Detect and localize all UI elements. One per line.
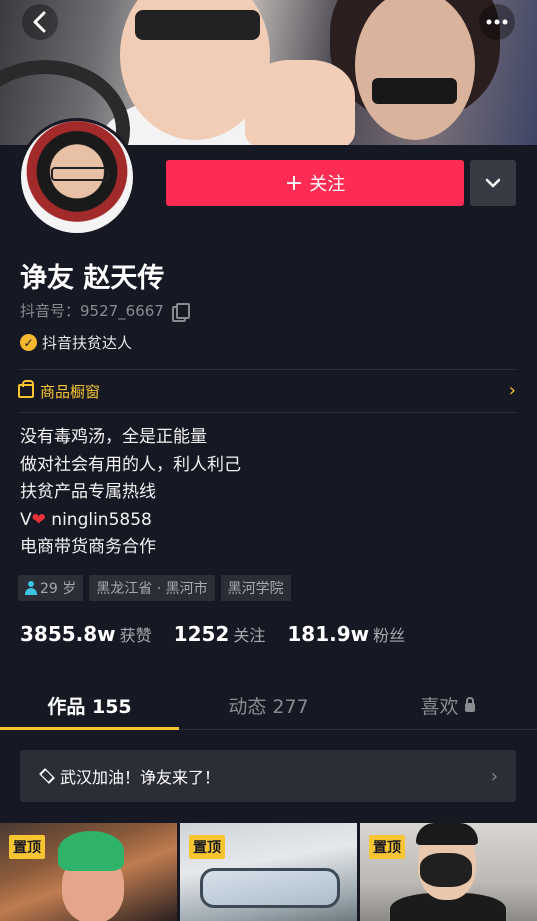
profile-tags: 29 岁 黑龙江省 · 黑河市 黑河学院 [18, 575, 291, 601]
age-tag-text: 29 岁 [40, 581, 77, 597]
profile-stats: 3855.8w 获赞 1252 关注 181.9w 粉丝 [20, 622, 427, 646]
product-showcase-label: 商品橱窗 [40, 382, 101, 401]
profile-name: 诤友 赵天传 [20, 263, 165, 294]
location-tag: 黑龙江省 · 黑河市 [89, 575, 215, 601]
follow-button-label: 关注 [309, 174, 346, 195]
following-label[interactable]: 关注 [233, 622, 265, 646]
bio-line: 扶贫产品专属热线 [20, 482, 156, 502]
school-tag[interactable]: 黑河学院 [220, 575, 291, 601]
video-thumbnail[interactable]: 置顶 [180, 823, 357, 921]
pinned-badge: 置顶 [9, 835, 45, 859]
more-dots-icon [486, 19, 508, 25]
douyin-id-row: 抖音号：9527_6667 [20, 300, 190, 322]
followers-label[interactable]: 粉丝 [373, 622, 405, 646]
avatar[interactable] [18, 118, 136, 236]
shopping-bag-icon [18, 380, 34, 398]
chevron-down-icon [485, 178, 501, 188]
person-icon [25, 581, 37, 595]
lock-icon [464, 696, 475, 712]
likes-label: 获赞 [119, 626, 152, 645]
recommend-dropdown-button[interactable] [470, 160, 516, 206]
bio: 没有毒鸡汤，全是正能量 做对社会有用的人，利人利己 扶贫产品专属热线 V❤ ni… [20, 424, 241, 562]
pinned-badge: 置顶 [189, 835, 225, 859]
divider [18, 412, 518, 413]
followers-count[interactable]: 181.9w [287, 622, 369, 646]
back-button[interactable] [22, 4, 58, 40]
bio-contact-prefix: V [20, 509, 32, 530]
video-thumbnail[interactable]: 置顶 [0, 823, 177, 921]
collection-bar[interactable]: 武汉加油！诤友来了！ › [20, 750, 516, 802]
verified-check-icon: ✓ [20, 334, 37, 351]
copy-icon[interactable] [171, 302, 190, 322]
age-tag: 29 岁 [18, 575, 84, 601]
bio-line-contact: V❤ ninglin5858 [20, 507, 241, 535]
chevron-right-icon: › [508, 380, 516, 401]
video-thumbnail[interactable]: 置顶 [360, 823, 537, 921]
douyin-id-text: 抖音号：9527_6667 [20, 302, 164, 320]
bio-contact-handle: ninglin5858 [51, 509, 152, 530]
bio-line: 做对社会有用的人，利人利己 [20, 454, 241, 475]
product-showcase-row[interactable]: 商品橱窗 › [18, 370, 520, 412]
collection-title: 武汉加油！诤友来了！ [60, 768, 221, 787]
bio-line: 电商带货商务合作 [20, 537, 156, 557]
tab-moments[interactable]: 动态 277 [179, 680, 358, 730]
more-options-button[interactable] [479, 4, 515, 40]
pinned-badge: 置顶 [369, 835, 405, 859]
verified-badge-text: 抖音扶贫达人 [42, 334, 133, 352]
tab-works[interactable]: 作品 155 [0, 680, 179, 730]
follow-button[interactable]: + 关注 [166, 160, 464, 206]
following-count[interactable]: 1252 [174, 622, 230, 646]
bio-line: 没有毒鸡汤，全是正能量 [20, 427, 207, 447]
heart-icon: ❤ [31, 509, 46, 530]
chevron-left-icon [33, 11, 46, 33]
content-tabs: 作品 155 动态 277 喜欢 [0, 680, 537, 730]
tab-likes-label: 喜欢 [420, 695, 459, 718]
active-tab-indicator [0, 727, 179, 730]
layers-icon [38, 768, 54, 784]
tab-likes[interactable]: 喜欢 [358, 680, 537, 730]
chevron-right-icon: › [490, 765, 498, 787]
plus-icon: + [284, 170, 304, 196]
likes-count: 3855.8w [20, 622, 116, 646]
verified-badge-row: ✓ 抖音扶贫达人 [20, 332, 132, 353]
